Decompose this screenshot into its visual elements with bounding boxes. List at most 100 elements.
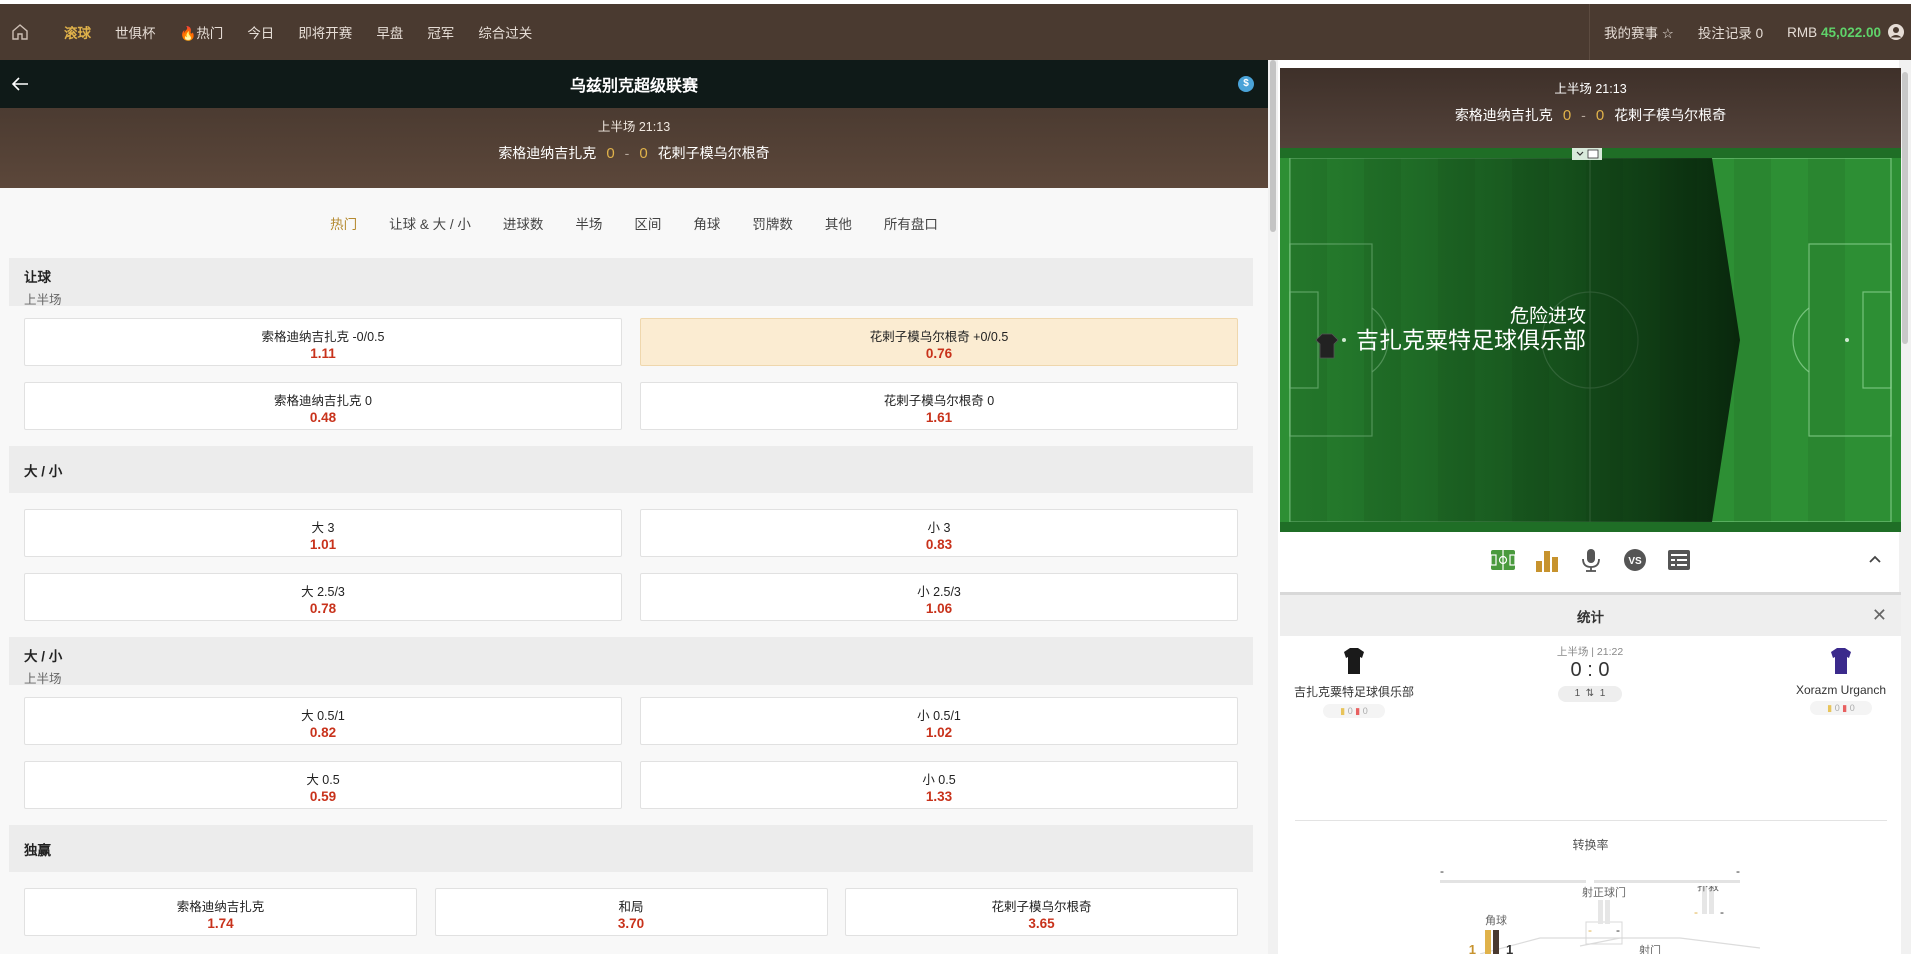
odds-button[interactable]: 索格迪纳吉扎克 0 0.48 <box>24 382 622 430</box>
nav-menu: 滚球 世俱杯 🔥热门 今日 即将开赛 早盘 冠军 综合过关 <box>64 22 556 42</box>
tab-corners[interactable]: 角球 <box>693 213 720 233</box>
odds-button[interactable]: 索格迪纳吉扎克 -0/0.5 1.11 <box>24 318 622 366</box>
clock: 21:13 <box>638 120 671 134</box>
on-target-away: - <box>1616 923 1620 937</box>
tab-other[interactable]: 其他 <box>825 213 852 233</box>
chevron-up-icon[interactable] <box>1863 548 1887 572</box>
nav-item-today[interactable]: 今日 <box>247 22 274 42</box>
away-score: 0 <box>639 144 648 162</box>
home-team: 索格迪纳吉扎克 <box>1454 107 1553 123</box>
away-team: 花剌子模乌尔根奇 <box>1614 107 1727 123</box>
section-header[interactable]: 大 / 小 <box>9 446 1253 493</box>
tab-half[interactable]: 半场 <box>575 213 602 233</box>
odds-button[interactable]: 小 2.5/3 1.06 <box>640 573 1238 621</box>
tab-handicap-ou[interactable]: 让球 & 大 / 小 <box>389 213 471 233</box>
markets-scrollbar[interactable] <box>1268 60 1278 954</box>
pitch-view-icon[interactable] <box>1489 546 1517 574</box>
nav-item-parlay[interactable]: 综合过关 <box>478 22 532 42</box>
section-header[interactable]: 让球 上半场 <box>9 258 1253 307</box>
scrollbar-thumb[interactable] <box>1270 60 1276 232</box>
home-score: 0 <box>1562 106 1572 124</box>
home-icon[interactable] <box>0 4 40 60</box>
odds-label: 小 0.5/1 <box>917 709 961 723</box>
odds-value: 3.70 <box>617 916 645 931</box>
saves-label: 扑救 <box>1697 886 1719 893</box>
stats-bar-chart-icon[interactable] <box>1533 546 1561 574</box>
tracker-clock: 上半场 21:13 <box>1280 78 1901 97</box>
commentary-mic-icon[interactable] <box>1577 546 1605 574</box>
section-header[interactable]: 大 / 小 上半场 <box>9 637 1253 686</box>
odds-button[interactable]: 大 0.5/1 0.82 <box>24 697 622 745</box>
fire-icon: 🔥 <box>179 26 197 41</box>
home-team-block: 吉扎克粟特足球俱乐部 ▮ 0 ▮ 0 <box>1294 646 1414 718</box>
odds-button[interactable]: 大 3 1.01 <box>24 509 622 557</box>
nav-item-upcoming[interactable]: 即将开赛 <box>298 22 352 42</box>
section-title: 独赢 <box>24 842 51 858</box>
red-card-icon: ▮ <box>1842 703 1848 713</box>
tab-all[interactable]: 所有盘口 <box>884 213 938 233</box>
odds-button[interactable]: 花剌子模乌尔根奇 0 1.61 <box>640 382 1238 430</box>
conversion-label: 转换率 <box>1572 838 1609 852</box>
currency: RMB <box>1787 24 1818 40</box>
corner-away: 1 <box>1506 942 1513 954</box>
balance-amount: 45,022.00 <box>1820 24 1881 40</box>
home-red-count: 0 <box>1362 706 1368 716</box>
view-toggle-icon[interactable] <box>1572 148 1602 160</box>
my-events-link[interactable]: 我的赛事 ☆ <box>1604 22 1674 42</box>
versus-icon[interactable]: VS <box>1621 546 1649 574</box>
back-arrow-icon[interactable] <box>8 72 32 96</box>
saves-away: - <box>1720 905 1724 919</box>
stream-badge-icon[interactable]: $ <box>1238 76 1254 92</box>
user-icon[interactable] <box>1887 23 1905 41</box>
odds-button[interactable]: 小 0.5/1 1.02 <box>640 697 1238 745</box>
odds-button-selected[interactable]: 花剌子模乌尔根奇 +0/0.5 0.76 <box>640 318 1238 366</box>
tab-interval[interactable]: 区间 <box>634 213 661 233</box>
top-navigation: 滚球 世俱杯 🔥热门 今日 即将开赛 早盘 冠军 综合过关 我的赛事 ☆ 投注记… <box>0 0 1911 60</box>
bet-records-link[interactable]: 投注记录 0 <box>1698 22 1763 42</box>
tab-cards[interactable]: 罚牌数 <box>752 213 793 233</box>
odds-button[interactable]: 小 0.5 1.33 <box>640 761 1238 809</box>
away-team-name: Xorazm Urganch <box>1795 683 1887 697</box>
corner-home: 1 <box>1469 942 1476 954</box>
nav-item-outright[interactable]: 冠军 <box>427 22 454 42</box>
conv-home: - <box>1440 864 1444 878</box>
red-card-icon: ▮ <box>1355 706 1361 716</box>
home-cards: ▮ 0 ▮ 0 <box>1323 704 1385 718</box>
stats-content: 吉扎克粟特足球俱乐部 ▮ 0 ▮ 0 上半场 | 21:22 0 : 0 1 ⇅… <box>1280 636 1901 954</box>
section-header[interactable]: 独赢 <box>9 825 1253 872</box>
odds-value: 1.11 <box>310 346 336 361</box>
lineup-table-icon[interactable] <box>1665 546 1693 574</box>
odds-button[interactable]: 花剌子模乌尔根奇 3.65 <box>845 888 1238 936</box>
tracker-scoreboard: 上半场 21:13 索格迪纳吉扎克 0 - 0 花剌子模乌尔根奇 <box>1280 68 1901 148</box>
odds-label: 花剌子模乌尔根奇 +0/0.5 <box>869 330 1009 344</box>
close-icon[interactable]: ✕ <box>1872 605 1887 626</box>
odds-label: 大 2.5/3 <box>301 585 345 599</box>
balance: RMB 45,022.00 <box>1787 25 1881 40</box>
odds-button[interactable]: 大 2.5/3 0.78 <box>24 573 622 621</box>
nav-item-early[interactable]: 早盘 <box>376 22 403 42</box>
odds-button[interactable]: 索格迪纳吉扎克 1.74 <box>24 888 417 936</box>
odds-label: 索格迪纳吉扎克 0 <box>274 394 372 408</box>
home-jersey-icon <box>1344 648 1364 674</box>
tab-hot[interactable]: 热门 <box>330 213 357 233</box>
conv-away: - <box>1736 864 1740 878</box>
svg-text:VS: VS <box>1628 556 1642 567</box>
odds-button[interactable]: 大 0.5 0.59 <box>24 761 622 809</box>
odds-button[interactable]: 小 3 0.83 <box>640 509 1238 557</box>
scrollbar-thumb[interactable] <box>1902 72 1908 344</box>
tab-goals[interactable]: 进球数 <box>503 213 544 233</box>
period: 上半场 <box>1554 82 1592 96</box>
conversion-bars: - - <box>1440 864 1740 884</box>
home-subs: 1 <box>1574 688 1581 699</box>
on-target-home: - <box>1588 923 1592 937</box>
yellow-card-icon: ▮ <box>1340 706 1346 716</box>
stats-title: 统计 <box>1577 609 1604 625</box>
odds-button[interactable]: 和局 3.70 <box>434 888 828 936</box>
nav-item-club-world-cup[interactable]: 世俱杯 <box>115 22 156 42</box>
clock: 21:13 <box>1595 82 1627 96</box>
nav-item-live[interactable]: 滚球 <box>64 22 91 42</box>
nav-item-hot[interactable]: 🔥热门 <box>180 22 224 42</box>
score-separator: - <box>624 145 630 161</box>
market-section-over-under: 大 / 小 大 3 1.01 小 3 0.83 大 2.5/3 0.78 小 2.5/… <box>9 446 1253 621</box>
odds-label: 大 3 <box>311 521 335 535</box>
